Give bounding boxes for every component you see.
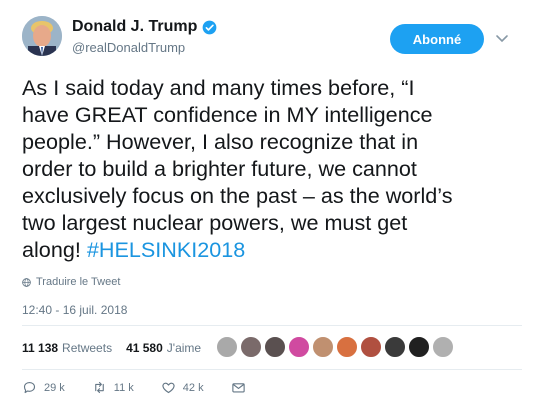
liker-avatar[interactable] [216,336,238,358]
liker-avatar[interactable] [288,336,310,358]
translate-label[interactable]: Traduire le Tweet [36,276,120,288]
translate-tweet-link[interactable]: Traduire le Tweet [22,276,120,288]
retweets-label[interactable]: Retweets [62,341,112,355]
liker-avatar[interactable] [384,336,406,358]
author-handle[interactable]: @realDonaldTrump [72,40,185,55]
tweet-card: Donald J. Trump @realDonaldTrump Abonné … [0,0,534,402]
tweet-text: As I said today and many times before, “… [22,74,522,263]
timestamp[interactable]: 12:40 - 16 juil. 2018 [22,303,127,317]
likes-count[interactable]: 41 580 [126,341,163,355]
liker-avatar[interactable] [336,336,358,358]
likes-label[interactable]: J'aime [167,341,201,355]
heart-icon [162,382,175,394]
divider [22,325,522,326]
direct-message-button[interactable] [231,380,246,395]
engagement-stats: 11 138 Retweets 41 580 J'aime [22,341,201,355]
liker-avatar[interactable] [312,336,334,358]
retweet-icon [94,381,104,394]
liker-avatars [216,336,454,358]
verified-badge-icon [202,20,217,34]
liker-avatar[interactable] [360,336,382,358]
reply-button[interactable]: 29 k [22,380,65,395]
envelope-icon [231,383,245,393]
liker-avatar[interactable] [408,336,430,358]
avatar[interactable] [22,16,62,56]
reply-icon [23,381,36,394]
retweet-button[interactable]: 11 k [92,380,134,395]
following-button[interactable]: Abonné [390,24,484,54]
globe-icon [22,277,31,287]
divider [22,369,522,370]
retweet-action-count: 11 k [113,381,134,394]
like-button[interactable]: 42 k [161,380,204,395]
author-name[interactable]: Donald J. Trump [72,18,197,36]
liker-avatar[interactable] [240,336,262,358]
tweet-actions: 29 k 11 k 42 k [22,380,273,395]
tweet-body: As I said today and many times before, “… [22,75,453,262]
liker-avatar[interactable] [432,336,454,358]
author-name-row[interactable]: Donald J. Trump [72,18,217,36]
liker-avatar[interactable] [264,336,286,358]
like-action-count: 42 k [182,381,204,394]
reply-count: 29 k [44,381,65,394]
retweets-count[interactable]: 11 138 [22,341,58,355]
chevron-down-icon[interactable] [494,30,510,46]
hashtag-link[interactable]: #HELSINKI2018 [87,237,245,262]
